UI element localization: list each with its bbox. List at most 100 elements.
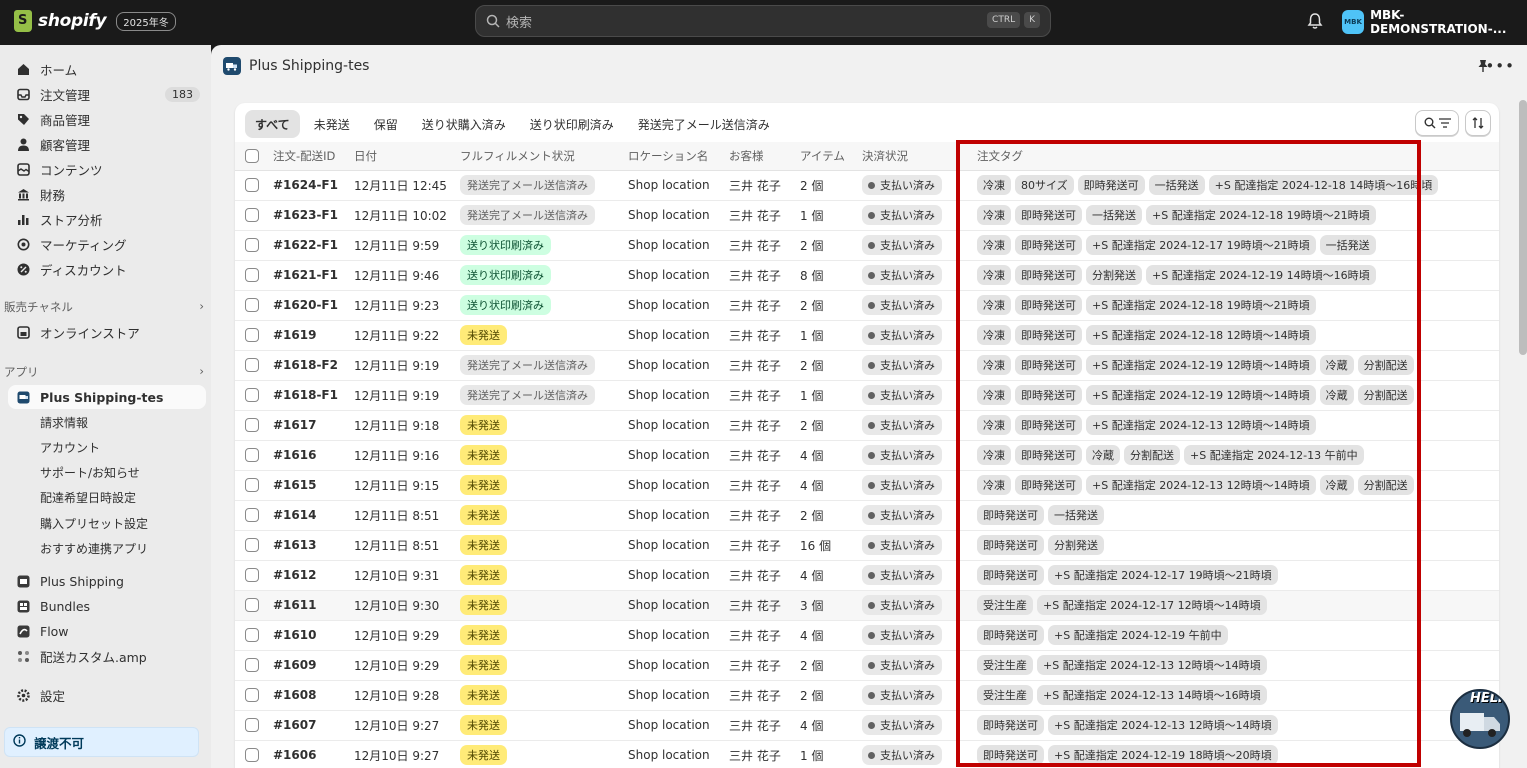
sidebar-item-plus-shipping[interactable]: Plus Shipping — [8, 569, 206, 593]
sidebar-item-flow[interactable]: Flow — [8, 619, 206, 643]
order-id[interactable]: #1606 — [273, 740, 354, 768]
table-row[interactable]: #1622-F1 12月11日 9:59 送り状印刷済み Shop location 三… — [235, 230, 1499, 261]
row-checkbox[interactable] — [245, 598, 259, 613]
non-transferable-banner[interactable]: 譲渡不可 — [4, 727, 199, 757]
tab-unfulfilled[interactable]: 未発送 — [304, 110, 360, 138]
table-row[interactable]: #1610 12月10日 9:29 未発送 Shop location 三井 花子 4 個… — [235, 620, 1499, 651]
help-widget[interactable]: HELP — [1450, 689, 1510, 749]
tab-on-hold[interactable]: 保留 — [364, 110, 408, 138]
table-row[interactable]: #1624-F1 12月11日 12:45 発送完了メール送信済み Shop loca… — [235, 170, 1499, 201]
order-id[interactable]: #1618-F1 — [273, 380, 354, 411]
sidebar-item-online-store[interactable]: オンラインストア — [8, 320, 206, 344]
sidebar-item-settings[interactable]: 設定 — [8, 683, 206, 707]
sidebar-item-analytics[interactable]: ストア分析 — [8, 207, 206, 231]
search-filter-button[interactable] — [1415, 110, 1459, 136]
order-id[interactable]: #1619 — [273, 320, 354, 351]
table-row[interactable]: #1618-F2 12月11日 9:19 発送完了メール送信済み Shop locat… — [235, 350, 1499, 381]
order-id[interactable]: #1616 — [273, 440, 354, 471]
order-id[interactable]: #1609 — [273, 650, 354, 681]
order-id[interactable]: #1607 — [273, 710, 354, 741]
row-checkbox[interactable] — [245, 718, 259, 733]
column-tags[interactable]: 注文タグ — [967, 142, 1499, 171]
row-checkbox[interactable] — [245, 178, 259, 193]
sidebar-subitem-support[interactable]: サポート/お知らせ — [8, 460, 206, 484]
column-date[interactable]: 日付 — [354, 142, 460, 171]
table-row[interactable]: #1608 12月10日 9:28 未発送 Shop location 三井 花子 2 個… — [235, 680, 1499, 711]
table-row[interactable]: #1615 12月11日 9:15 未発送 Shop location 三井 花子 4 個… — [235, 470, 1499, 501]
sidebar-subitem-delivery-settings[interactable]: 配達希望日時設定 — [8, 485, 206, 509]
row-checkbox[interactable] — [245, 418, 259, 433]
sidebar-item-orders[interactable]: 注文管理 183 — [8, 82, 206, 106]
table-row[interactable]: #1614 12月11日 8:51 未発送 Shop location 三井 花子 2 個… — [235, 500, 1499, 531]
sidebar-subitem-billing[interactable]: 請求情報 — [8, 410, 206, 434]
row-checkbox[interactable] — [245, 298, 259, 313]
notification-bell-icon[interactable] — [1307, 12, 1323, 33]
sidebar-subitem-account[interactable]: アカウント — [8, 435, 206, 459]
sidebar-item-customers[interactable]: 顧客管理 — [8, 132, 206, 156]
page-scrollbar[interactable] — [1519, 100, 1527, 355]
search-bar[interactable]: 検索 CTRL K — [475, 5, 1051, 37]
sort-button[interactable] — [1465, 110, 1491, 136]
table-row[interactable]: #1607 12月10日 9:27 未発送 Shop location 三井 花子 4 個… — [235, 710, 1499, 741]
order-id[interactable]: #1621-F1 — [273, 260, 354, 291]
sidebar-item-home[interactable]: ホーム — [8, 57, 206, 81]
table-row[interactable]: #1613 12月11日 8:51 未発送 Shop location 三井 花子 16 … — [235, 530, 1499, 561]
tab-label-purchased[interactable]: 送り状購入済み — [412, 110, 516, 138]
row-checkbox[interactable] — [245, 388, 259, 403]
order-id[interactable]: #1608 — [273, 680, 354, 711]
row-checkbox[interactable] — [245, 748, 259, 763]
row-checkbox[interactable] — [245, 538, 259, 553]
order-id[interactable]: #1611 — [273, 590, 354, 621]
apps-section[interactable]: アプリ › — [4, 364, 204, 380]
tab-label-printed[interactable]: 送り状印刷済み — [520, 110, 624, 138]
table-row[interactable]: #1619 12月11日 9:22 未発送 Shop location 三井 花子 1 個… — [235, 320, 1499, 351]
table-row[interactable]: #1611 12月10日 9:30 未発送 Shop location 三井 花子 3 個… — [235, 590, 1499, 621]
row-checkbox[interactable] — [245, 358, 259, 373]
tab-all[interactable]: すべて — [245, 110, 300, 138]
row-checkbox[interactable] — [245, 568, 259, 583]
more-actions-icon[interactable]: ••• — [1485, 57, 1515, 75]
table-row[interactable]: #1612 12月10日 9:31 未発送 Shop location 三井 花子 4 個… — [235, 560, 1499, 591]
column-order-id[interactable]: 注文-配送ID — [273, 142, 354, 171]
column-payment[interactable]: 決済状況 — [862, 142, 967, 171]
sidebar-item-bundles[interactable]: Bundles — [8, 594, 206, 618]
row-checkbox[interactable] — [245, 628, 259, 643]
table-row[interactable]: #1621-F1 12月11日 9:46 送り状印刷済み Shop location 三… — [235, 260, 1499, 291]
sidebar-item-discounts[interactable]: ディスカウント — [8, 257, 206, 281]
table-row[interactable]: #1623-F1 12月11日 10:02 発送完了メール送信済み Shop loca… — [235, 200, 1499, 231]
column-location[interactable]: ロケーション名 — [628, 142, 729, 171]
table-row[interactable]: #1617 12月11日 9:18 未発送 Shop location 三井 花子 2 個… — [235, 410, 1499, 441]
row-checkbox[interactable] — [245, 508, 259, 523]
row-checkbox[interactable] — [245, 478, 259, 493]
order-id[interactable]: #1612 — [273, 560, 354, 591]
sidebar-item-products[interactable]: 商品管理 — [8, 107, 206, 131]
table-row[interactable]: #1616 12月11日 9:16 未発送 Shop location 三井 花子 4 個… — [235, 440, 1499, 471]
order-id[interactable]: #1622-F1 — [273, 230, 354, 261]
sidebar-item-delivery-custom[interactable]: 配送カスタム.amp — [8, 644, 206, 668]
store-menu[interactable]: MBK MBK-DEMONSTRATION-... — [1342, 8, 1527, 36]
sidebar-item-finance[interactable]: 財務 — [8, 182, 206, 206]
sidebar-subitem-integrations[interactable]: おすすめ連携アプリ — [8, 536, 206, 560]
order-id[interactable]: #1623-F1 — [273, 200, 354, 231]
sidebar-item-content[interactable]: コンテンツ — [8, 157, 206, 181]
order-id[interactable]: #1615 — [273, 470, 354, 501]
order-id[interactable]: #1610 — [273, 620, 354, 651]
row-checkbox[interactable] — [245, 658, 259, 673]
order-id[interactable]: #1618-F2 — [273, 350, 354, 381]
table-row[interactable]: #1618-F1 12月11日 9:19 発送完了メール送信済み Shop locat… — [235, 380, 1499, 411]
table-row[interactable]: #1609 12月10日 9:29 未発送 Shop location 三井 花子 2 個… — [235, 650, 1499, 681]
sidebar-subitem-presets[interactable]: 購入プリセット設定 — [8, 511, 206, 535]
row-checkbox[interactable] — [245, 448, 259, 463]
order-id[interactable]: #1614 — [273, 500, 354, 531]
column-fulfillment[interactable]: フルフィルメント状況 — [460, 142, 628, 171]
order-id[interactable]: #1624-F1 — [273, 170, 354, 201]
row-checkbox[interactable] — [245, 208, 259, 223]
table-row[interactable]: #1620-F1 12月11日 9:23 送り状印刷済み Shop location 三… — [235, 290, 1499, 321]
row-checkbox[interactable] — [245, 238, 259, 253]
row-checkbox[interactable] — [245, 328, 259, 343]
sales-channels-section[interactable]: 販売チャネル › — [4, 299, 204, 315]
sidebar-item-marketing[interactable]: マーケティング — [8, 232, 206, 256]
order-id[interactable]: #1617 — [273, 410, 354, 441]
row-checkbox[interactable] — [245, 688, 259, 703]
order-id[interactable]: #1620-F1 — [273, 290, 354, 321]
